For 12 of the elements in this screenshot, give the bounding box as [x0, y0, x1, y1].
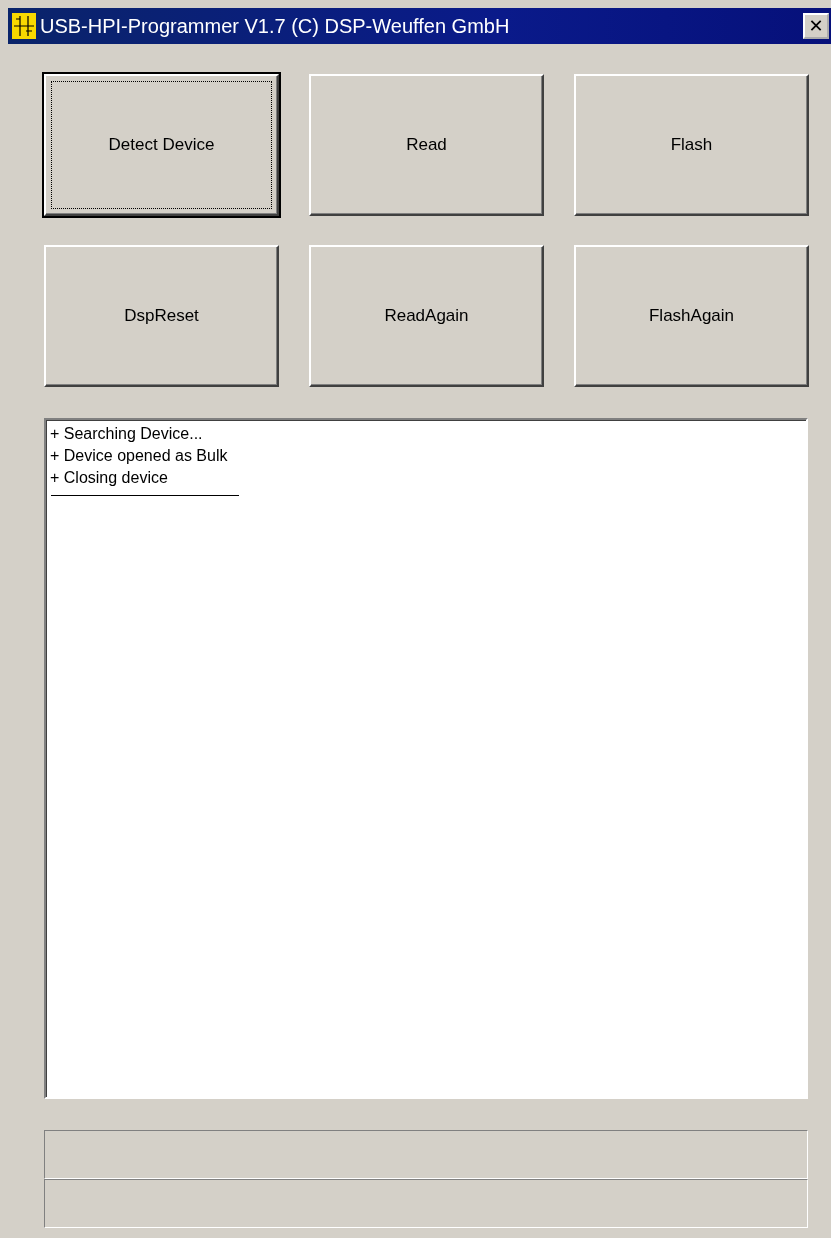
command-button[interactable]: Read: [309, 74, 544, 216]
command-button[interactable]: Detect Device: [44, 74, 279, 216]
log-line: + Searching Device...: [50, 424, 204, 444]
command-button[interactable]: ReadAgain: [309, 245, 544, 387]
command-button[interactable]: FlashAgain: [574, 245, 809, 387]
log-line: + Device opened as Bulk: [50, 446, 229, 466]
close-button[interactable]: ✕: [803, 13, 829, 39]
app-logo-icon: [12, 13, 36, 39]
window-title: USB-HPI-Programmer V1.7 (C) DSP-Weuffen GmbH: [40, 14, 511, 38]
log-line: + Closing device: [50, 468, 169, 488]
command-button[interactable]: DspReset: [44, 245, 279, 387]
command-button[interactable]: Flash: [574, 74, 809, 216]
